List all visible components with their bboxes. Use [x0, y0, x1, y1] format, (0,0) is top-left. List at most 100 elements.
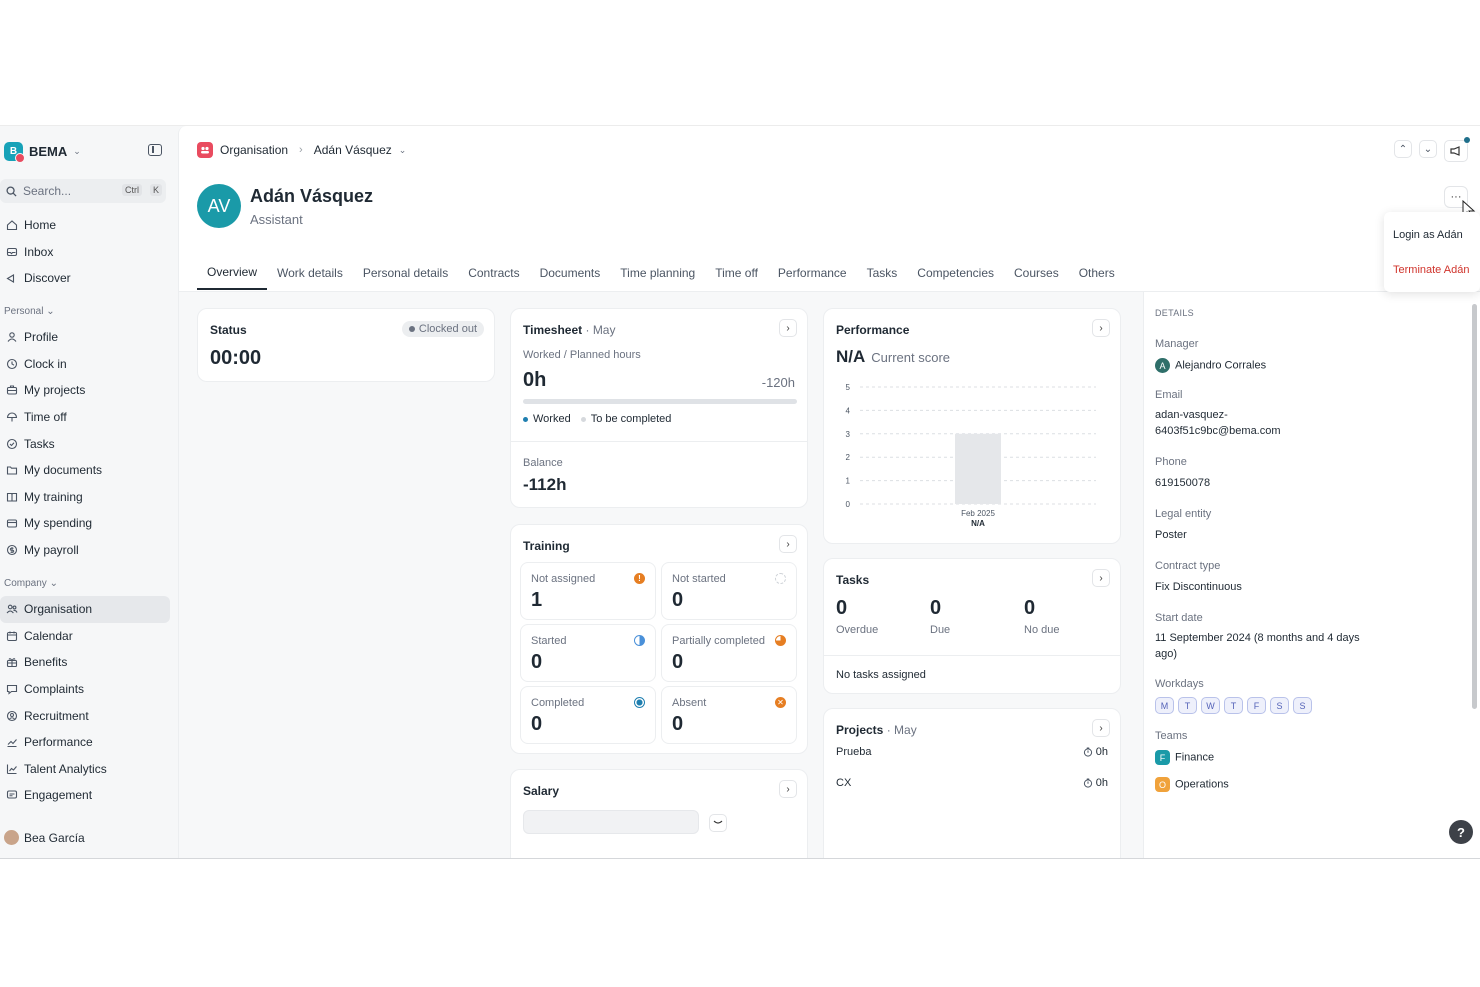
project-row[interactable]: CX 0h — [836, 774, 1108, 792]
sidebar-item-recruitment[interactable]: Recruitment — [0, 702, 170, 729]
company-section-label[interactable]: Company ⌄ — [4, 578, 58, 589]
details-scrollbar[interactable] — [1472, 304, 1477, 709]
sidebar-item-performance[interactable]: Performance — [0, 729, 170, 756]
sidebar-item-label: Talent Analytics — [24, 761, 107, 776]
manager-avatar: A — [1155, 358, 1170, 373]
breadcrumb-organisation[interactable]: Organisation — [220, 143, 288, 157]
sidebar-item-benefits[interactable]: Benefits — [0, 649, 170, 676]
sidebar-item-label: Complaints — [24, 682, 85, 697]
performance-open-button[interactable]: › — [1092, 319, 1110, 337]
previous-employee-button[interactable]: ⌃ — [1394, 140, 1412, 158]
legal-entity-value: Poster — [1155, 529, 1187, 541]
main-nav: Home Inbox Discover — [0, 212, 170, 292]
workday-badge: F — [1247, 697, 1266, 714]
start-date-line-1: 11 September 2024 (8 months and 4 days — [1155, 632, 1360, 644]
divider — [824, 655, 1120, 656]
workspace-switcher[interactable]: B BEMA ⌄ — [4, 141, 81, 163]
sidebar-item-my-training[interactable]: My training — [0, 484, 170, 511]
home-icon — [6, 219, 18, 231]
sidebar-item-my-payroll[interactable]: My payroll — [0, 537, 170, 564]
workday-badge: W — [1201, 697, 1220, 714]
training-stat-not-assigned[interactable]: Not assigned 1! — [520, 562, 656, 620]
tab-overview[interactable]: Overview — [197, 256, 268, 290]
tab-documents[interactable]: Documents — [530, 256, 611, 290]
sidebar-item-discover[interactable]: Discover — [0, 265, 170, 292]
sidebar-item-complaints[interactable]: Complaints — [0, 676, 170, 703]
briefcase-icon — [6, 384, 18, 396]
tab-time-off[interactable]: Time off — [705, 256, 768, 290]
sidebar-item-my-projects[interactable]: My projects — [0, 377, 170, 404]
sidebar-item-label: Profile — [24, 330, 59, 345]
tasks-open-button[interactable]: › — [1092, 569, 1110, 587]
sidebar-item-inbox[interactable]: Inbox — [0, 239, 170, 266]
sidebar-item-engagement[interactable]: Engagement — [0, 782, 170, 809]
sidebar-item-my-documents[interactable]: My documents — [0, 457, 170, 484]
announcements-button[interactable] — [1444, 137, 1470, 162]
check-circle-icon — [6, 438, 18, 450]
training-stat-completed[interactable]: Completed 0 — [520, 686, 656, 744]
legend-worked: Worked — [533, 413, 571, 425]
message-icon — [6, 789, 18, 801]
sidebar-item-home[interactable]: Home — [0, 212, 170, 239]
manager-value[interactable]: A Alejandro Corrales — [1155, 358, 1266, 373]
tab-courses[interactable]: Courses — [1004, 256, 1069, 290]
sidebar-item-tasks[interactable]: Tasks — [0, 430, 170, 457]
timesheet-open-button[interactable]: › — [779, 319, 797, 337]
folder-icon — [6, 464, 18, 476]
profile-tabs: Overview Work details Personal details Cont… — [197, 256, 1125, 292]
sidebar-item-organisation[interactable]: Organisation — [0, 596, 170, 623]
task-count-due[interactable]: 0 Due — [930, 597, 950, 636]
task-count-overdue[interactable]: 0 Overdue — [836, 597, 878, 636]
timesheet-legend: Worked To be completed — [523, 413, 671, 425]
team-finance[interactable]: F Finance — [1155, 750, 1214, 765]
current-user[interactable]: Bea García — [4, 830, 85, 845]
search-input[interactable]: Search... Ctrl K — [0, 179, 166, 203]
sidebar-toggle-icon[interactable] — [148, 144, 162, 156]
training-stat-label: Completed — [531, 697, 585, 709]
status-badge: Clocked out — [401, 321, 484, 337]
projects-open-button[interactable]: › — [1092, 719, 1110, 737]
project-row[interactable]: Prueba 0h — [836, 743, 1108, 761]
workday-badge: T — [1224, 697, 1243, 714]
tab-work-details[interactable]: Work details — [267, 256, 353, 290]
tab-competencies[interactable]: Competencies — [907, 256, 1004, 290]
show-salary-button[interactable] — [709, 814, 727, 832]
tab-others[interactable]: Others — [1069, 256, 1125, 290]
training-stat-started[interactable]: Started 0 — [520, 624, 656, 682]
sidebar-item-talent-analytics[interactable]: Talent Analytics — [0, 756, 170, 783]
training-open-button[interactable]: › — [779, 535, 797, 553]
login-as-menu-item[interactable]: Login as Adán — [1384, 217, 1480, 252]
tab-personal-details[interactable]: Personal details — [353, 256, 458, 290]
sidebar-item-label: Recruitment — [24, 708, 89, 723]
next-employee-button[interactable]: ⌄ — [1419, 140, 1437, 158]
sidebar-item-my-spending[interactable]: My spending — [0, 510, 170, 537]
employee-avatar: AV — [197, 184, 241, 228]
training-stat-value: 1 — [531, 589, 543, 611]
avatar — [4, 830, 19, 845]
team-name: Operations — [1175, 778, 1229, 791]
terminate-menu-item[interactable]: Terminate Adán — [1384, 252, 1480, 287]
breadcrumb-employee[interactable]: Adán Vásquez — [314, 143, 392, 157]
training-stat-partially-completed[interactable]: Partially completed 0 — [661, 624, 797, 682]
team-operations[interactable]: O Operations — [1155, 777, 1229, 792]
help-button[interactable]: ? — [1449, 820, 1473, 844]
sidebar-item-calendar[interactable]: Calendar — [0, 623, 170, 650]
salary-hidden-value — [523, 810, 699, 834]
tab-time-planning[interactable]: Time planning — [610, 256, 705, 290]
tab-tasks[interactable]: Tasks — [857, 256, 908, 290]
manager-label: Manager — [1155, 338, 1199, 350]
salary-open-button[interactable]: › — [779, 780, 797, 798]
performance-bar[interactable] — [955, 433, 1001, 504]
tab-performance[interactable]: Performance — [768, 256, 857, 290]
training-stat-absent[interactable]: Absent 0 ✕ — [661, 686, 797, 744]
training-stat-not-started[interactable]: Not started 0 — [661, 562, 797, 620]
chevron-down-icon[interactable]: ⌄ — [399, 145, 407, 156]
sidebar-item-clock-in[interactable]: Clock in — [0, 351, 170, 378]
personal-section-label[interactable]: Personal ⌄ — [4, 306, 55, 317]
details-heading: DETAILS — [1155, 308, 1194, 318]
sidebar-item-profile[interactable]: Profile — [0, 324, 170, 351]
task-count-no-due[interactable]: 0 No due — [1024, 597, 1059, 636]
tab-contracts[interactable]: Contracts — [458, 256, 529, 290]
contract-type-value: Fix Discontinuous — [1155, 581, 1242, 593]
sidebar-item-time-off[interactable]: Time off — [0, 404, 170, 431]
